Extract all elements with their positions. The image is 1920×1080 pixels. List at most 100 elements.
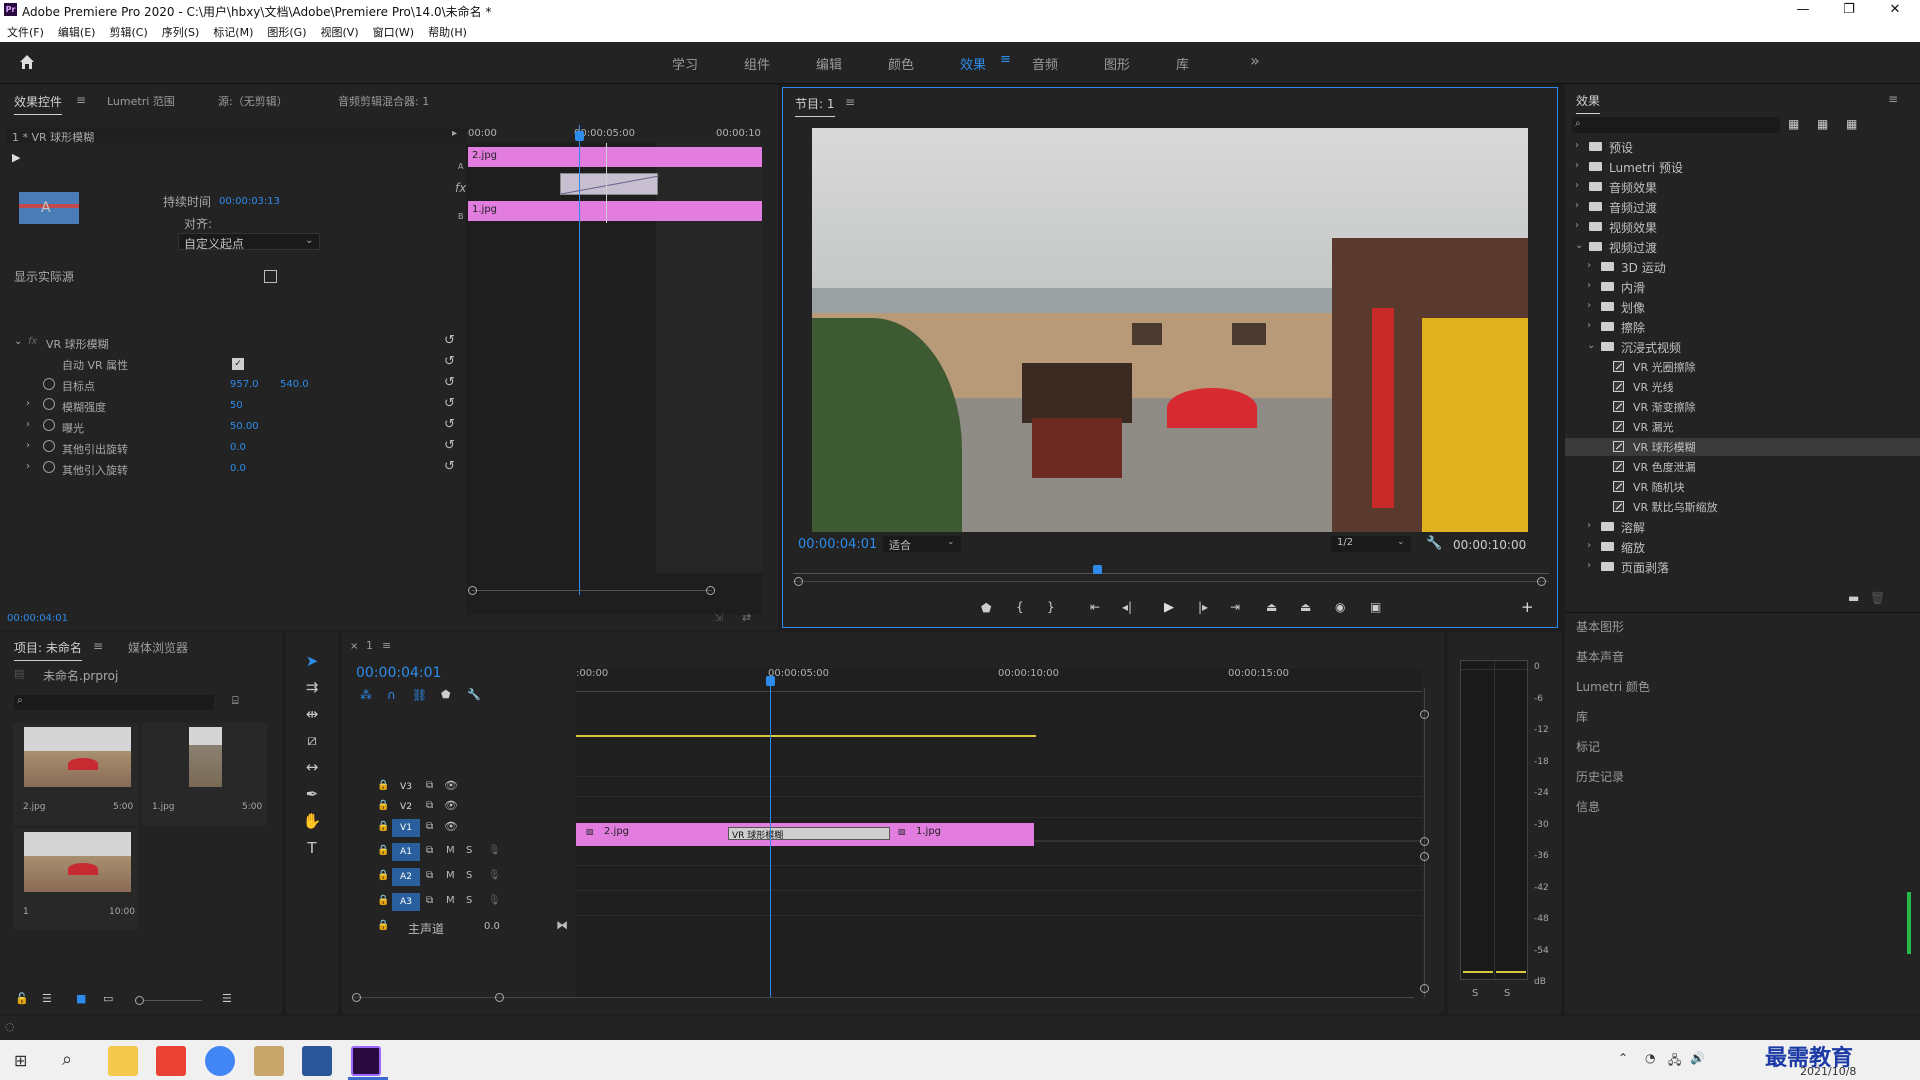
zoom-bar[interactable] [793, 581, 1549, 582]
workspace-color[interactable]: 颜色 [888, 54, 914, 73]
lock-icon[interactable]: 🔒 [377, 870, 389, 881]
windows-start-icon[interactable]: ⊞ [14, 1051, 27, 1070]
duration-value[interactable]: 00:00:03:13 [219, 196, 280, 207]
maximize-button[interactable]: ❐ [1826, 0, 1872, 20]
mute-button[interactable]: M [446, 845, 455, 856]
export-frame-icon[interactable]: ⇲ [714, 611, 723, 624]
param-incoming-rotation-value[interactable]: 0.0 [230, 463, 246, 474]
home-icon[interactable] [18, 53, 36, 71]
solo-right-button[interactable]: S [1504, 988, 1510, 999]
zoom-handle-right[interactable] [1537, 577, 1546, 586]
solo-button[interactable]: S [466, 895, 472, 906]
program-video-frame[interactable] [812, 128, 1528, 532]
camera-icon[interactable]: ◉ [1335, 600, 1345, 614]
panel-markers[interactable]: 标记 [1576, 738, 1600, 755]
snap-icon[interactable]: ∩ [387, 688, 396, 702]
lock-icon[interactable]: 🔓 [15, 992, 29, 1005]
menu-view[interactable]: 视图(V) [314, 20, 366, 40]
zoom-handle-left[interactable] [468, 586, 477, 595]
effects-panel-title[interactable]: 效果 [1576, 92, 1601, 114]
eye-icon[interactable]: 👁 [444, 820, 458, 833]
effect-item[interactable]: VR 默比乌斯缩放 [1565, 498, 1920, 516]
track-target-v1[interactable]: V1 [392, 819, 420, 837]
reset-icon[interactable]: ↺ [444, 333, 455, 348]
loop-icon[interactable]: ⇄ [742, 611, 751, 624]
expand-arrow-icon[interactable]: ▸ [452, 128, 457, 139]
stopwatch-icon[interactable] [43, 419, 55, 431]
play-transition-icon[interactable]: ▶ [12, 151, 20, 164]
play-icon[interactable]: ▶ [1164, 600, 1174, 615]
add-marker-icon[interactable]: ⬟ [441, 688, 451, 701]
sync-lock-icon[interactable]: ⧉ [426, 821, 433, 832]
effects-folder[interactable]: › 缩放 [1565, 538, 1920, 556]
menu-sequence[interactable]: 序列(S) [155, 20, 207, 40]
lock-icon[interactable]: 🔒 [377, 920, 389, 931]
panel-menu-icon[interactable]: ≡ [845, 95, 855, 109]
param-target-y[interactable]: 540.0 [280, 379, 309, 390]
tab-project[interactable]: 项目: 未命名 [14, 639, 82, 661]
list-view-icon[interactable]: ☰ [42, 992, 52, 1005]
mark-in-icon[interactable]: { [1016, 600, 1024, 614]
effects-folder[interactable]: ⌄ 沉浸式视频 [1565, 338, 1920, 356]
track-target-a2[interactable]: A2 [392, 868, 420, 886]
clip-a[interactable]: 2.jpg [468, 147, 762, 167]
show-source-checkbox[interactable] [264, 270, 277, 283]
chevron-right-icon[interactable]: › [1575, 140, 1579, 151]
panel-essential-sound[interactable]: 基本声音 [1576, 648, 1624, 665]
clip-b[interactable]: 1.jpg [468, 201, 762, 221]
transition-bar[interactable] [560, 173, 659, 195]
timeline-tab[interactable]: 1 [366, 639, 373, 652]
mute-button[interactable]: M [446, 895, 455, 906]
playhead-handle[interactable] [1093, 565, 1102, 574]
go-to-out-icon[interactable]: ⇥ [1230, 600, 1240, 614]
panel-essential-graphics[interactable]: 基本图形 [1576, 618, 1624, 635]
effects-folder[interactable]: › 3D 运动 [1565, 258, 1920, 276]
param-target-x[interactable]: 957.0 [230, 379, 259, 390]
tab-media-browser[interactable]: 媒体浏览器 [128, 639, 188, 656]
reset-icon[interactable]: ↺ [444, 417, 455, 432]
add-button-icon[interactable]: + [1521, 598, 1534, 616]
solo-button[interactable]: S [466, 845, 472, 856]
accelerated-effects-icon[interactable]: ▦ [1788, 117, 1799, 131]
effects-folder[interactable]: › 内滑 [1565, 278, 1920, 296]
lock-icon[interactable]: 🔒 [377, 800, 389, 811]
menu-marker[interactable]: 标记(M) [206, 20, 260, 40]
timeline-timecode[interactable]: 00:00:04:01 [356, 665, 441, 681]
expand-arrow-icon[interactable]: › [26, 440, 30, 451]
sync-lock-icon[interactable]: ⧉ [426, 895, 433, 906]
effects-folder[interactable]: › 预设 [1565, 138, 1920, 156]
mic-icon[interactable]: 🎙 [488, 870, 501, 881]
selection-tool-icon[interactable]: ➤ [299, 652, 325, 670]
solo-left-button[interactable]: S [1472, 988, 1478, 999]
ripple-edit-tool-icon[interactable]: ⇹ [299, 705, 325, 723]
effects-folder[interactable]: › 擦除 [1565, 318, 1920, 336]
menu-clip[interactable]: 剪辑(C) [102, 20, 154, 40]
app-icon[interactable] [156, 1046, 186, 1076]
project-item[interactable]: 2.jpg 5:00 [13, 723, 138, 825]
param-blur-strength-value[interactable]: 50 [230, 400, 243, 411]
chevron-right-icon[interactable]: › [1587, 320, 1591, 331]
playhead[interactable] [770, 686, 771, 998]
file-explorer-icon[interactable] [108, 1046, 138, 1076]
stopwatch-icon[interactable] [43, 461, 55, 473]
track-target-a1[interactable]: A1 [392, 843, 420, 861]
hand-tool-icon[interactable]: ✋ [299, 812, 325, 830]
panel-menu-icon[interactable]: ≡ [1888, 92, 1898, 106]
zoom-slider[interactable] [144, 1000, 202, 1001]
word-icon[interactable] [302, 1046, 332, 1076]
zoom-scrollbar[interactable] [472, 590, 712, 591]
delete-icon[interactable]: 🗑 [1870, 591, 1885, 605]
timeline-transition[interactable]: VR 球形模糊 [728, 827, 890, 841]
extract-icon[interactable]: ⏏ [1300, 600, 1311, 614]
lock-icon[interactable]: 🔒 [377, 845, 389, 856]
panel-menu-icon[interactable]: ≡ [93, 639, 103, 653]
tab-audio-clip-mixer[interactable]: 音频剪辑混合器: 1 [338, 93, 429, 109]
expand-arrow-icon[interactable]: › [26, 419, 30, 430]
menu-graphics[interactable]: 图形(G) [260, 20, 313, 40]
effects-folder[interactable]: › 音频效果 [1565, 178, 1920, 196]
menu-window[interactable]: 窗口(W) [366, 20, 421, 40]
find-icon[interactable]: ⌸ [232, 694, 239, 708]
track-target-v2[interactable]: V2 [392, 798, 420, 816]
compare-view-icon[interactable]: ▣ [1370, 600, 1381, 614]
stopwatch-icon[interactable] [43, 398, 55, 410]
